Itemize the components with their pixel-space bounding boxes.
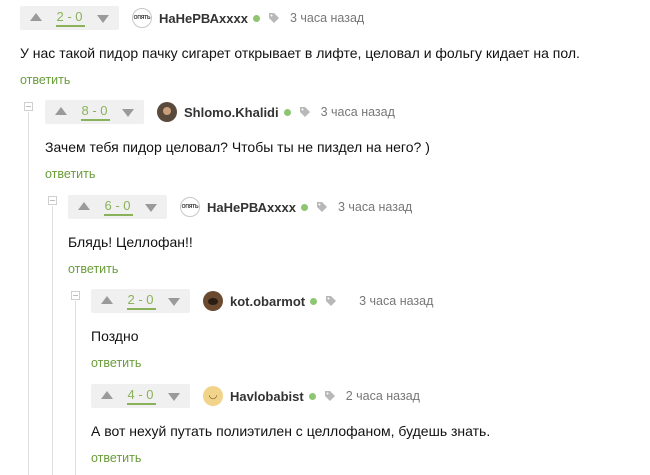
- thread-line-level-1: [28, 112, 29, 475]
- online-indicator-icon: [308, 392, 316, 400]
- comment-time[interactable]: 3 часа назад: [359, 294, 433, 308]
- thread-line-level-3: [75, 301, 76, 475]
- rating-bar: [127, 308, 156, 310]
- tag-icon[interactable]: [316, 201, 328, 213]
- username[interactable]: НаНеРВАхххх: [159, 11, 248, 26]
- comment-text: У нас такой пидор пачку сигарет открывае…: [20, 45, 580, 61]
- downvote-icon[interactable]: [168, 393, 180, 401]
- comment-time[interactable]: 2 часа назад: [346, 389, 420, 403]
- avatar[interactable]: ◡: [203, 386, 223, 406]
- comment-time[interactable]: 3 часа назад: [290, 11, 364, 25]
- rating-widget: 2 - 0: [20, 6, 119, 30]
- avatar[interactable]: [203, 291, 223, 311]
- collapse-minus-icon[interactable]: [48, 196, 57, 205]
- comment-text: Блядь! Целлофан!!: [68, 234, 193, 250]
- comment-text: Зачем тебя пидор целовал? Чтобы ты не пи…: [45, 139, 430, 155]
- comment-time[interactable]: 3 часа назад: [338, 200, 412, 214]
- tag-icon[interactable]: [299, 106, 311, 118]
- tag-icon[interactable]: [324, 390, 336, 402]
- rating-bar: [127, 403, 156, 405]
- username[interactable]: Havlobabist: [230, 389, 304, 404]
- online-indicator-icon: [300, 203, 308, 211]
- avatar[interactable]: [157, 102, 177, 122]
- rating-bar: [81, 119, 110, 121]
- reply-link[interactable]: ответить: [68, 262, 118, 276]
- collapse-minus-icon[interactable]: [24, 102, 33, 111]
- username[interactable]: kot.obarmot: [230, 294, 305, 309]
- online-indicator-icon: [310, 297, 318, 305]
- downvote-icon[interactable]: [122, 109, 134, 117]
- online-indicator-icon: [252, 14, 260, 22]
- downvote-icon[interactable]: [97, 15, 109, 23]
- avatar[interactable]: ОПЯТЬ: [132, 8, 152, 28]
- downvote-icon[interactable]: [145, 204, 157, 212]
- comment-text: А вот нехуй путать полиэтилен с целлофан…: [91, 423, 491, 439]
- rating-bar: [56, 25, 85, 27]
- rating-widget: 8 - 0: [45, 100, 144, 124]
- rating-bar: [104, 214, 133, 216]
- downvote-icon[interactable]: [168, 298, 180, 306]
- avatar[interactable]: ОПЯТЬ: [180, 197, 200, 217]
- online-indicator-icon: [283, 108, 291, 116]
- rating-widget: 2 - 0: [91, 289, 190, 313]
- username[interactable]: Shlomo.Khalidi: [184, 105, 279, 120]
- tag-icon[interactable]: [325, 295, 337, 307]
- rating-widget: 6 - 0: [68, 195, 167, 219]
- thread-line-level-2: [52, 206, 53, 475]
- comment-time[interactable]: 3 часа назад: [321, 105, 395, 119]
- collapse-minus-icon[interactable]: [71, 291, 80, 300]
- reply-link[interactable]: ответить: [91, 451, 141, 465]
- reply-link[interactable]: ответить: [91, 356, 141, 370]
- reply-link[interactable]: ответить: [45, 167, 95, 181]
- rating-widget: 4 - 0: [91, 384, 190, 408]
- comment-text: Поздно: [91, 328, 139, 344]
- tag-icon[interactable]: [268, 12, 280, 24]
- reply-link[interactable]: ответить: [20, 73, 70, 87]
- username[interactable]: НаНеРВАхххх: [207, 200, 296, 215]
